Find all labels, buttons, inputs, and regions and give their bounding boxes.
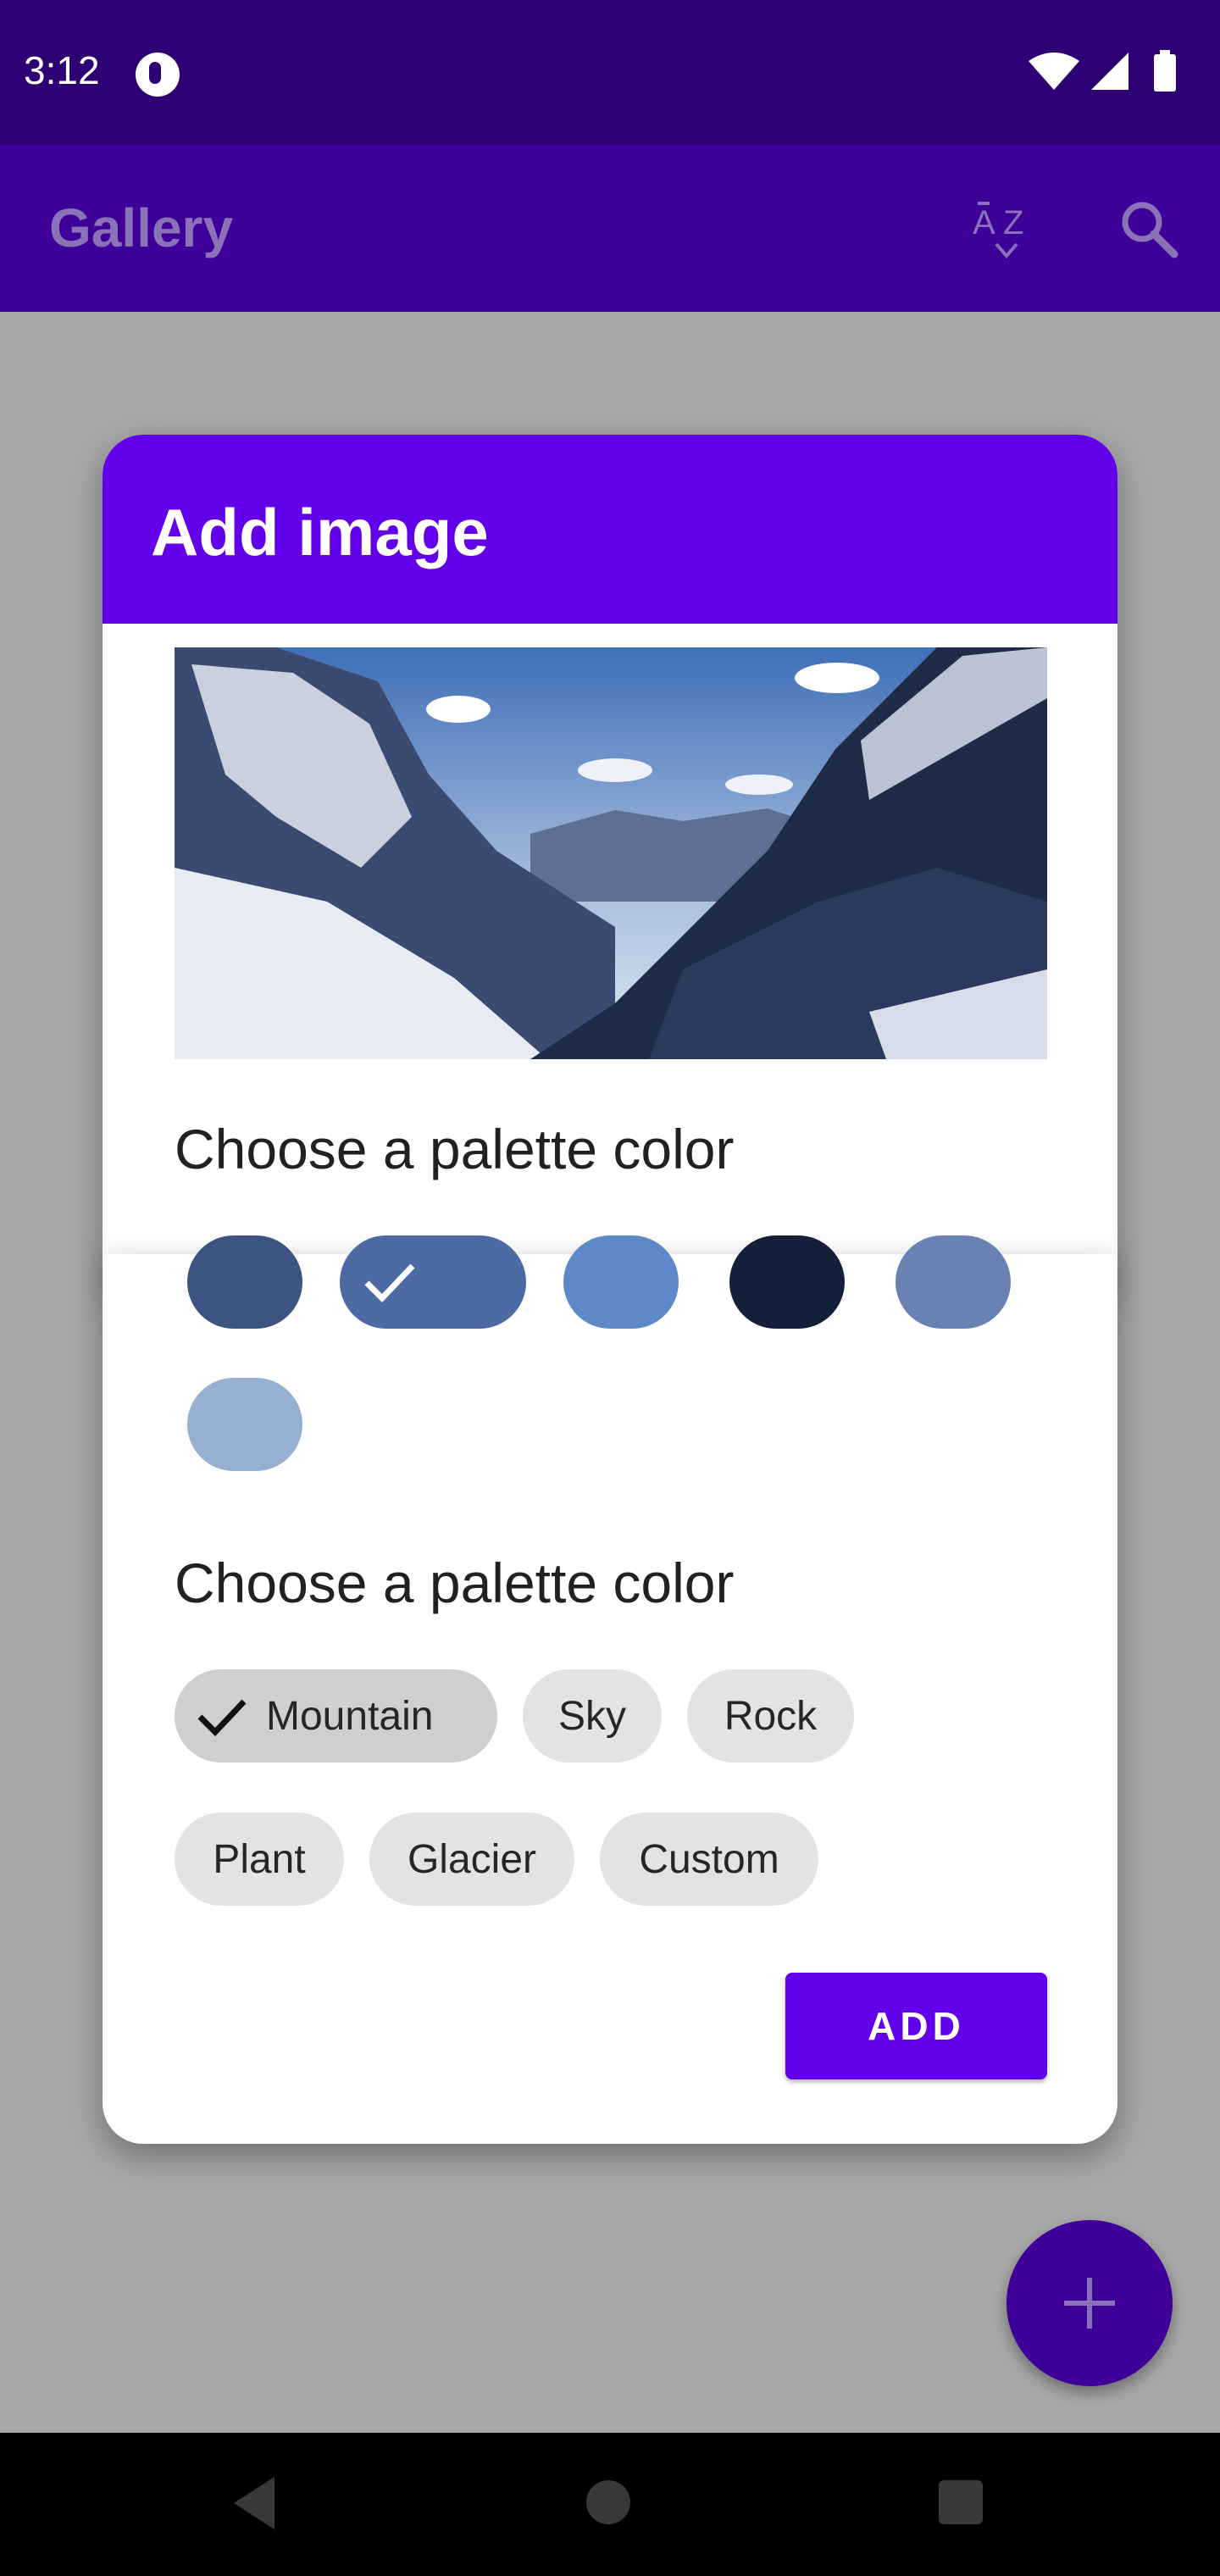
status-bar: 3:12	[0, 0, 1220, 144]
color-swatch[interactable]	[896, 1235, 1011, 1329]
chip-label: Glacier	[407, 1836, 537, 1882]
chip-label: Rock	[724, 1693, 818, 1739]
chip-mountain[interactable]: Mountain	[175, 1669, 497, 1763]
app-bar: Gallery A Z	[0, 144, 1220, 312]
palette-chip-label: Choose a palette color	[175, 1552, 735, 1614]
color-swatch[interactable]	[729, 1235, 845, 1329]
dialog-title: Add image	[151, 495, 489, 569]
dialog-header: Add image	[103, 435, 1117, 624]
chip-plant[interactable]: Plant	[175, 1813, 344, 1906]
back-triangle-icon[interactable]	[230, 2473, 281, 2533]
color-swatch-selected[interactable]	[340, 1235, 526, 1329]
chip-label: Plant	[213, 1836, 306, 1882]
chip-custom[interactable]: Custom	[600, 1813, 818, 1906]
home-circle-icon[interactable]	[586, 2480, 630, 2524]
chip-glacier[interactable]: Glacier	[369, 1813, 574, 1906]
snowy-mountain-valley-image	[175, 647, 1047, 1059]
color-swatch[interactable]	[563, 1235, 679, 1329]
add-fab[interactable]	[1006, 2220, 1173, 2386]
sort-az-icon[interactable]: A Z	[971, 193, 1042, 264]
app-title: Gallery	[49, 197, 234, 258]
chip-label: Sky	[557, 1693, 626, 1739]
check-icon	[364, 1263, 415, 1303]
svg-text:A: A	[973, 204, 995, 242]
wifi-icon	[1029, 53, 1079, 90]
svg-text:Z: Z	[1003, 204, 1023, 242]
recents-square-icon[interactable]	[939, 2480, 983, 2524]
check-icon	[197, 1699, 247, 1737]
chip-rock[interactable]: Rock	[687, 1669, 854, 1763]
add-image-dialog: Add image Choose a palette color	[103, 435, 1117, 1296]
palette-color-label: Choose a palette color	[175, 1118, 735, 1180]
signal-icon	[1091, 53, 1128, 90]
chip-label: Custom	[639, 1836, 779, 1882]
status-time: 3:12	[24, 48, 100, 92]
search-icon[interactable]	[1115, 195, 1183, 263]
notification-icon	[136, 53, 180, 97]
chip-sky[interactable]: Sky	[523, 1669, 662, 1763]
color-swatch[interactable]	[187, 1378, 302, 1471]
add-button[interactable]: ADD	[785, 1973, 1047, 2079]
battery-icon	[1154, 54, 1176, 92]
plus-icon	[1064, 2278, 1115, 2329]
color-swatch[interactable]	[187, 1235, 302, 1329]
chip-label: Mountain	[266, 1693, 434, 1739]
system-status-icons	[1029, 50, 1176, 92]
navigation-bar	[0, 2433, 1220, 2576]
